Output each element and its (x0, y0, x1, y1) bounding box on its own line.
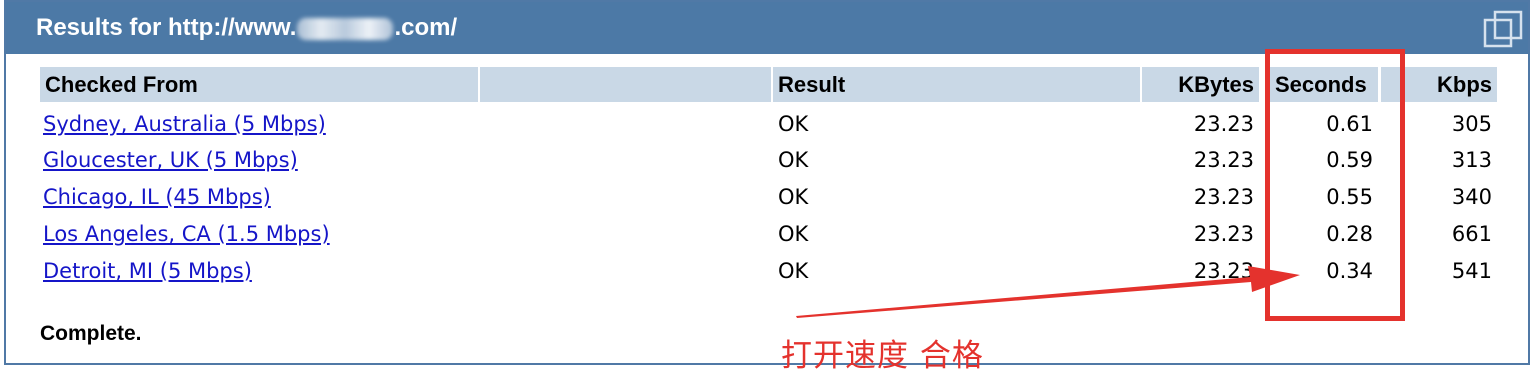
annotation-arrow (796, 266, 1300, 318)
annotation-note: 打开速度 合格 (781, 338, 984, 374)
